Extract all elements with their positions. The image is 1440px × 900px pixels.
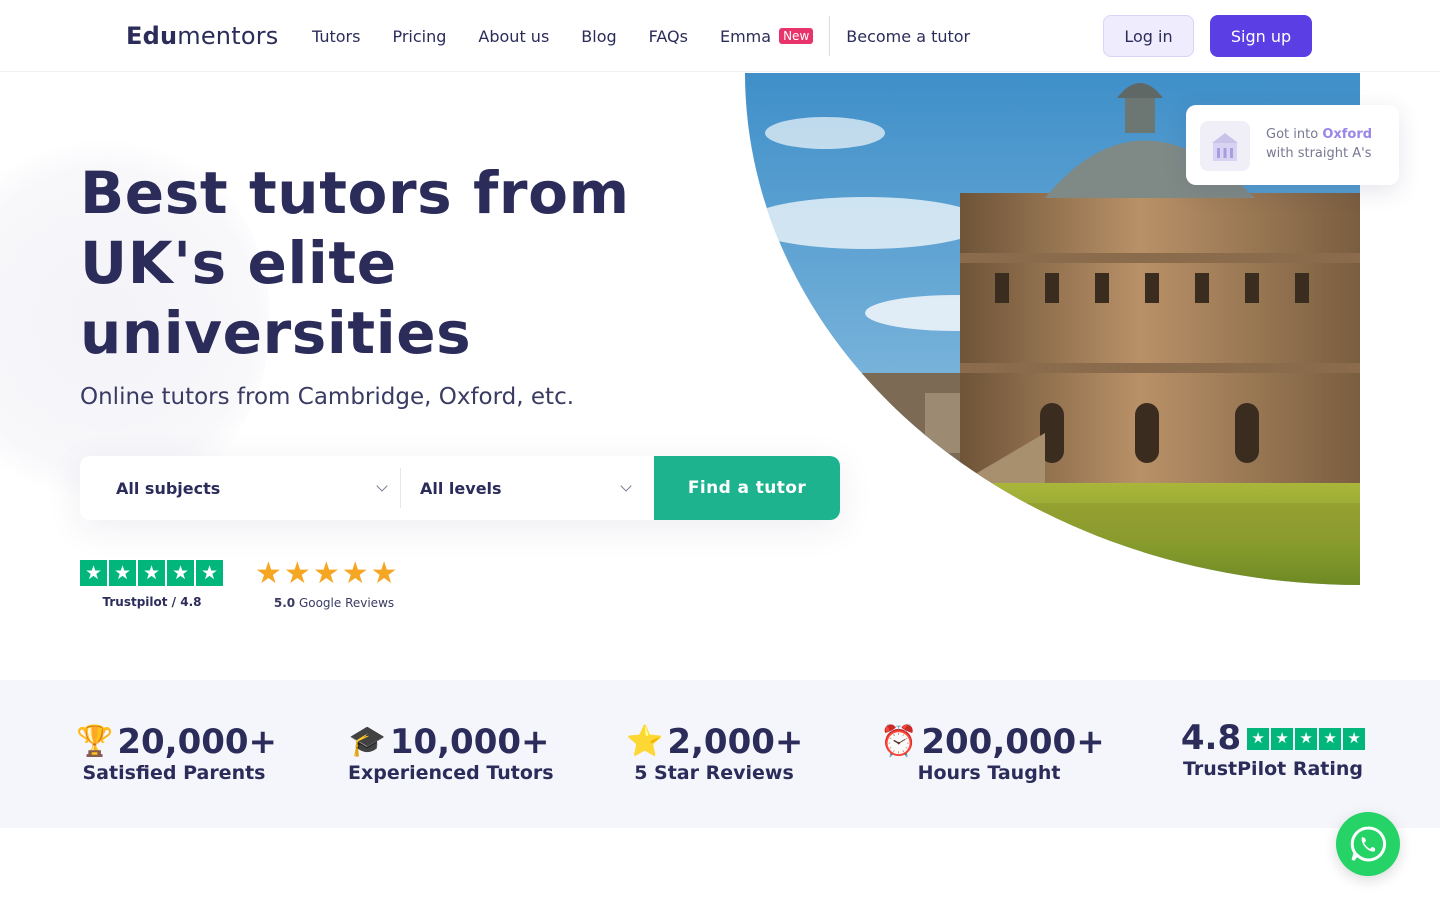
star-icon: ★ [1343, 727, 1366, 750]
logo[interactable]: Edumentors [126, 22, 279, 50]
oxford-success-card: Got into Oxford with straight A's [1186, 105, 1399, 185]
stat-hours-taught: ⏰ 200,000+ Hours Taught [880, 722, 1105, 784]
star-icon: ★ [1271, 727, 1294, 750]
chevron-down-icon [620, 480, 632, 492]
stat-number: 200,000+ [921, 722, 1105, 762]
star-icon: ⭐ [626, 724, 664, 759]
oxford-card-prefix: Got into [1266, 127, 1319, 142]
nav-link-emma-label: Emma [719, 26, 772, 46]
alarm-clock-icon: ⏰ [880, 724, 918, 759]
graduation-cap-icon: 🎓 [348, 724, 386, 759]
stat-trustpilot-rating: 4.8 ★ ★ ★ ★ ★ TrustPilot Rating [1176, 718, 1370, 780]
star-icon: ★ [1247, 727, 1270, 750]
levels-select[interactable]: All levels [420, 456, 632, 520]
chevron-down-icon [376, 480, 388, 492]
oxford-card-highlight: Oxford [1322, 127, 1373, 142]
subjects-select-value: All subjects [116, 478, 221, 498]
nav-link-emma[interactable]: Emma New [719, 26, 814, 46]
whatsapp-icon [1350, 826, 1387, 862]
tutor-search-bar: All subjects All levels Find a tutor [80, 456, 840, 520]
star-icon: ★ [341, 556, 369, 591]
stat-five-star-reviews: ⭐ 2,000+ 5 Star Reviews [626, 722, 804, 784]
stat-value: 4.8 ★ ★ ★ ★ ★ [1176, 718, 1370, 758]
nav-link-tutors[interactable]: Tutors [312, 27, 360, 46]
star-icon: ★ [255, 556, 282, 591]
hero-subtitle: Online tutors from Cambridge, Oxford, et… [80, 384, 575, 410]
nav-link-about-us[interactable]: About us [478, 27, 549, 46]
star-icon: ★ [109, 560, 136, 586]
subjects-select[interactable]: All subjects [116, 456, 388, 520]
university-building-icon [1200, 121, 1250, 171]
nav-link-faqs[interactable]: FAQs [649, 27, 688, 46]
oxford-card-line-2: with straight A's [1266, 146, 1372, 161]
star-icon: ★ [312, 556, 340, 591]
nav-divider [829, 16, 831, 56]
star-icon: ★ [1295, 727, 1318, 750]
search-divider [400, 468, 401, 508]
stat-value: ⭐ 2,000+ [626, 722, 804, 762]
google-reviews-label: 5.0 Google Reviews [255, 596, 413, 610]
nav-link-become-tutor[interactable]: Become a tutor [846, 27, 970, 46]
nav-link-pricing[interactable]: Pricing [392, 27, 446, 46]
trustpilot-stars[interactable]: ★ ★ ★ ★ ★ [80, 560, 223, 586]
stat-label: Experienced Tutors [348, 762, 554, 784]
star-icon: ★ [283, 556, 311, 591]
stat-label: Satisfied Parents [82, 762, 266, 784]
trophy-icon: 🏆 [76, 724, 114, 759]
new-badge: New [779, 27, 814, 44]
stat-number: 4.8 [1180, 718, 1242, 758]
stat-number: 10,000+ [389, 722, 550, 762]
hero-title-line-2: UK's elite [80, 229, 397, 297]
whatsapp-chat-button[interactable] [1336, 812, 1400, 876]
hero-title: Best tutors from UK's elite universities [80, 158, 720, 368]
stat-number: 2,000+ [667, 722, 804, 762]
login-button[interactable]: Log in [1103, 15, 1194, 57]
stat-number: 20,000+ [117, 722, 278, 762]
oxford-card-text: Got into Oxford with straight A's [1266, 125, 1372, 163]
hero-title-line-1: Best tutors from [80, 159, 630, 227]
star-icon: ★ [138, 560, 165, 586]
trustpilot-rating-label: Trustpilot / 4.8 [102, 595, 202, 609]
stat-experienced-tutors: 🎓 10,000+ Experienced Tutors [348, 722, 554, 784]
star-icon: ★ [370, 556, 398, 591]
star-icon: ★ [167, 560, 194, 586]
star-icon: ★ [196, 560, 223, 586]
stat-value: ⏰ 200,000+ [880, 722, 1105, 762]
trustpilot-stars: ★ ★ ★ ★ ★ [1247, 727, 1366, 750]
google-review-stars[interactable]: ★ ★ ★ ★ ★ [255, 556, 398, 592]
stat-label: 5 Star Reviews [634, 762, 794, 784]
levels-select-value: All levels [420, 478, 502, 498]
star-icon: ★ [80, 560, 107, 586]
google-score: 5.0 [273, 596, 296, 610]
find-tutor-button[interactable]: Find a tutor [654, 456, 840, 520]
stat-satisfied-parents: 🏆 20,000+ Satisfied Parents [76, 722, 277, 784]
nav-link-blog[interactable]: Blog [581, 27, 616, 46]
google-label-text: Google Reviews [298, 596, 395, 610]
hero-title-line-3: universities [80, 299, 472, 367]
stat-label: TrustPilot Rating [1182, 758, 1364, 780]
stats-bar: 🏆 20,000+ Satisfied Parents 🎓 10,000+ Expe… [0, 680, 1440, 828]
stat-value: 🎓 10,000+ [348, 722, 550, 762]
stat-label: Hours Taught [917, 762, 1061, 784]
star-icon: ★ [1319, 727, 1342, 750]
signup-button[interactable]: Sign up [1210, 15, 1312, 57]
stat-value: 🏆 20,000+ [76, 722, 277, 762]
top-navigation: Edumentors Tutors Pricing About us Blog … [0, 0, 1440, 72]
nav-links: Tutors Pricing About us Blog FAQs Emma Ne… [312, 0, 1002, 72]
